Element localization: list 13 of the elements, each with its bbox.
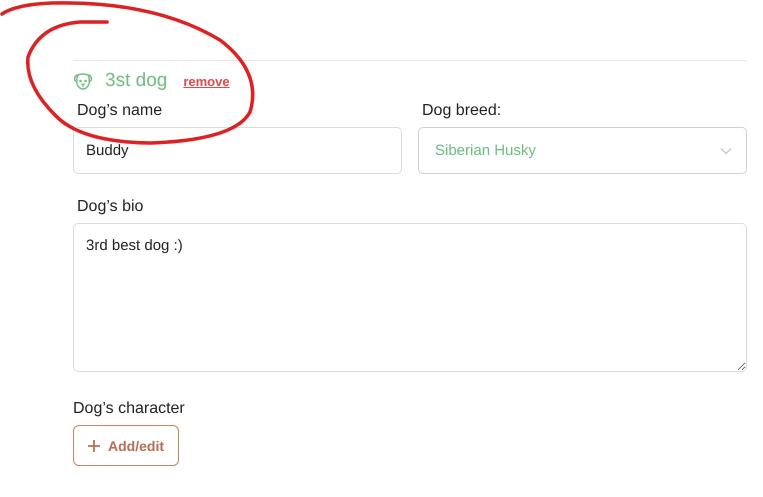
- field-label: Dog’s bio: [76, 197, 144, 217]
- dog-title: 3st dog: [105, 70, 168, 92]
- section-label: Dog’s character: [73, 399, 185, 419]
- breed-select[interactable]: Siberian Husky: [418, 127, 747, 174]
- add-edit-button[interactable]: Add/edit: [73, 425, 179, 466]
- remove-link[interactable]: remove: [183, 74, 230, 88]
- chevron-down-icon: [720, 146, 732, 154]
- field-label: Dog breed:: [421, 101, 502, 121]
- dog-face-icon: [73, 71, 93, 91]
- field-label: Dog’s name: [76, 101, 164, 121]
- plus-icon: [88, 440, 100, 452]
- bio-textarea[interactable]: 3rd best dog :): [73, 223, 747, 372]
- name-input[interactable]: Buddy: [73, 127, 402, 174]
